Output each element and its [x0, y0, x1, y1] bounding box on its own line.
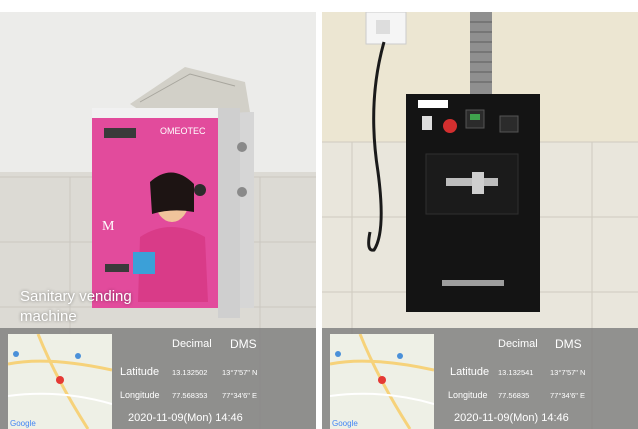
timestamp-right: 2020-11-09(Mon) 14:46 — [454, 412, 569, 424]
caption-line-1: Sanitary vending — [20, 288, 132, 305]
photo-panel-right: Google Decimal DMS Latitude 13.132541 13… — [322, 12, 638, 429]
geotag-overlay: Google Decimal DMS Latitude 13.132502 13… — [0, 328, 316, 429]
brand-text: OMEOTEC — [160, 126, 206, 136]
svg-text:M: M — [102, 219, 115, 234]
header-decimal-right: Decimal — [498, 338, 538, 350]
photo-caption: Sanitary vending machine — [20, 287, 170, 327]
latitude-label-right: Latitude — [450, 366, 490, 378]
header-decimal: Decimal — [172, 338, 212, 350]
longitude-label-right: Longitude — [448, 390, 488, 400]
latitude-dms: 13°7'57" N — [222, 368, 258, 377]
longitude-decimal-right: 77.56835 — [498, 391, 530, 400]
svg-text:Google: Google — [10, 419, 36, 428]
map-pin-icon — [56, 376, 64, 384]
photo-panel-left: OMEOTEC M Sanitary vending machine Googl… — [0, 12, 316, 429]
latitude-decimal: 13.132502 — [172, 368, 208, 377]
longitude-label: Longitude — [120, 390, 160, 400]
map-thumbnail-right: Google — [330, 334, 434, 429]
caption-line-2: machine — [20, 308, 77, 325]
map-pin-icon — [378, 376, 386, 384]
svg-text:Google: Google — [332, 419, 358, 428]
longitude-dms: 77°34'6" E — [222, 391, 258, 400]
timestamp: 2020-11-09(Mon) 14:46 — [128, 412, 243, 424]
header-dms-right: DMS — [555, 337, 582, 351]
longitude-decimal: 77.568353 — [172, 391, 208, 400]
latitude-dms-right: 13°7'57" N — [550, 368, 586, 377]
latitude-decimal-right: 13.132541 — [498, 368, 534, 377]
geotag-overlay-right: Google Decimal DMS Latitude 13.132541 13… — [322, 328, 638, 429]
map-thumbnail: Google — [8, 334, 112, 429]
longitude-dms-right: 77°34'6" E — [550, 391, 586, 400]
header-dms: DMS — [230, 337, 257, 351]
latitude-label: Latitude — [120, 366, 160, 378]
